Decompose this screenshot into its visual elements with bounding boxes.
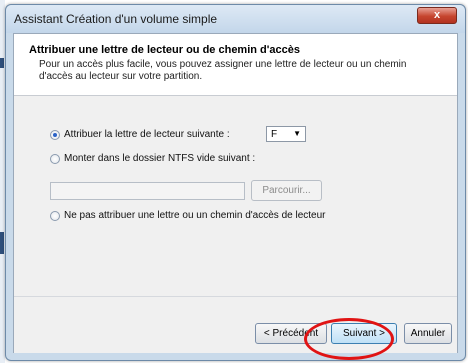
wizard-client-area: Attribuer une lettre de lecteur ou de ch… [13, 33, 458, 353]
title-bar[interactable]: Assistant Création d'un volume simple x [6, 5, 465, 33]
close-icon: x [433, 9, 441, 21]
mount-ntfs-label: Monter dans le dossier NTFS vide suivant… [64, 153, 256, 164]
assign-letter-label: Attribuer la lettre de lecteur suivante … [64, 129, 230, 140]
edge-mark [0, 58, 4, 68]
page-description: Pour un accès plus facile, vous pouvez a… [39, 59, 407, 82]
window-title: Assistant Création d'un volume simple [14, 12, 218, 26]
drive-letter-dropdown[interactable]: F ▼ [266, 126, 306, 142]
drive-letter-value: F [271, 129, 278, 140]
browse-button[interactable]: Parcourir... [251, 180, 322, 201]
no-letter-label: Ne pas attribuer une lettre ou un chemin… [64, 210, 326, 221]
highlight-annotation [304, 318, 394, 360]
wizard-window: Assistant Création d'un volume simple x … [5, 4, 466, 361]
ntfs-path-input[interactable] [50, 182, 245, 200]
option-no-letter[interactable]: Ne pas attribuer une lettre ou un chemin… [50, 210, 326, 221]
option-assign-letter[interactable]: Attribuer la lettre de lecteur suivante … [50, 129, 230, 140]
radio-assign-letter[interactable] [50, 129, 60, 140]
wizard-header: Attribuer une lettre de lecteur ou de ch… [14, 34, 457, 96]
option-mount-ntfs[interactable]: Monter dans le dossier NTFS vide suivant… [50, 153, 255, 164]
close-button[interactable]: x [417, 7, 457, 24]
cancel-button[interactable]: Annuler [404, 323, 452, 344]
radio-no-letter[interactable] [50, 210, 60, 221]
edge-mark [0, 232, 4, 254]
dropdown-arrow-icon: ▼ [293, 129, 301, 138]
page-title: Attribuer une lettre de lecteur ou de ch… [29, 44, 300, 56]
radio-mount-ntfs[interactable] [50, 153, 60, 164]
